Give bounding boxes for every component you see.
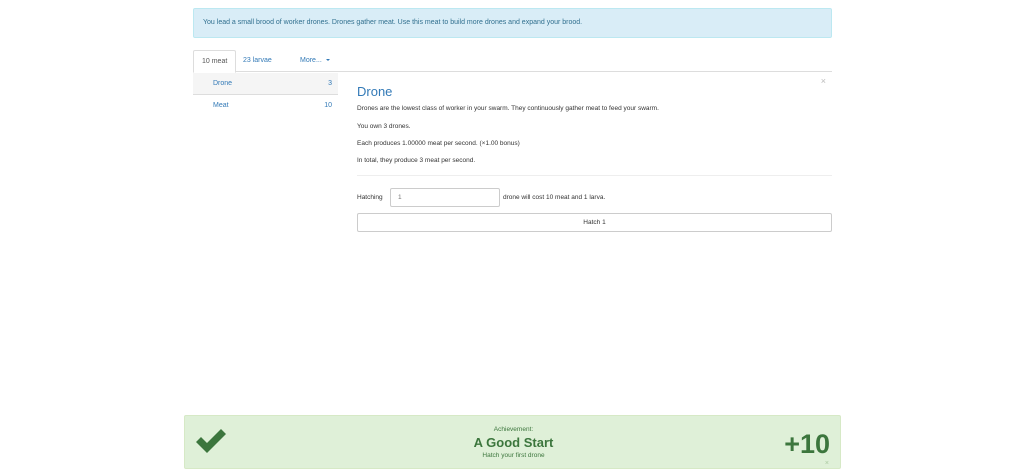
intro-message: You lead a small brood of worker drones.… (203, 19, 583, 26)
tab-meat[interactable]: 10 meat (193, 50, 237, 73)
achievement-points: +10 (784, 429, 830, 459)
unit-row-drone[interactable]: Drone 3 (193, 73, 338, 95)
unit-description: Drones are the lowest class of worker in… (357, 105, 659, 112)
achievement-description: Hatch your first drone (482, 452, 545, 459)
hatch-button[interactable]: Hatch 1 (357, 213, 832, 232)
hatch-label: Hatching (357, 194, 383, 201)
unit-row-meat[interactable]: Meat 10 (193, 95, 338, 117)
resource-tabs: 10 meat 23 larvae More... (193, 50, 832, 73)
unit-production-each: Each produces 1.00000 meat per second. (… (357, 140, 520, 147)
hatch-quantity-input[interactable] (390, 188, 500, 207)
unit-owned: You own 3 drones. (357, 123, 411, 130)
unit-list: Drone 3 Meat 10 (193, 73, 338, 117)
hatch-cost-text: drone will cost 10 meat and 1 larva. (503, 194, 606, 201)
intro-alert: You lead a small brood of worker drones.… (193, 8, 832, 38)
tab-larvae[interactable]: 23 larvae (235, 50, 280, 72)
close-icon[interactable]: × (825, 460, 829, 467)
divider (357, 175, 832, 176)
unit-count: 10 (324, 102, 332, 109)
unit-production-total: In total, they produce 3 meat per second… (357, 157, 476, 164)
unit-name: Drone (213, 80, 233, 87)
unit-title: Drone (357, 84, 393, 99)
achievement-banner: Achievement: A Good Start Hatch your fir… (184, 415, 841, 469)
unit-name: Meat (213, 102, 229, 109)
achievement-label: Achievement: (493, 426, 534, 433)
caret-down-icon (325, 59, 330, 62)
unit-count: 3 (328, 80, 332, 87)
close-icon[interactable]: × (821, 76, 826, 86)
achievement-title: A Good Start (473, 435, 554, 450)
swarm-game-page: You lead a small brood of worker drones.… (0, 0, 1024, 469)
tab-more-dropdown[interactable]: More... (292, 50, 338, 72)
hatch-form: Hatching drone will cost 10 meat and 1 l… (357, 188, 605, 207)
